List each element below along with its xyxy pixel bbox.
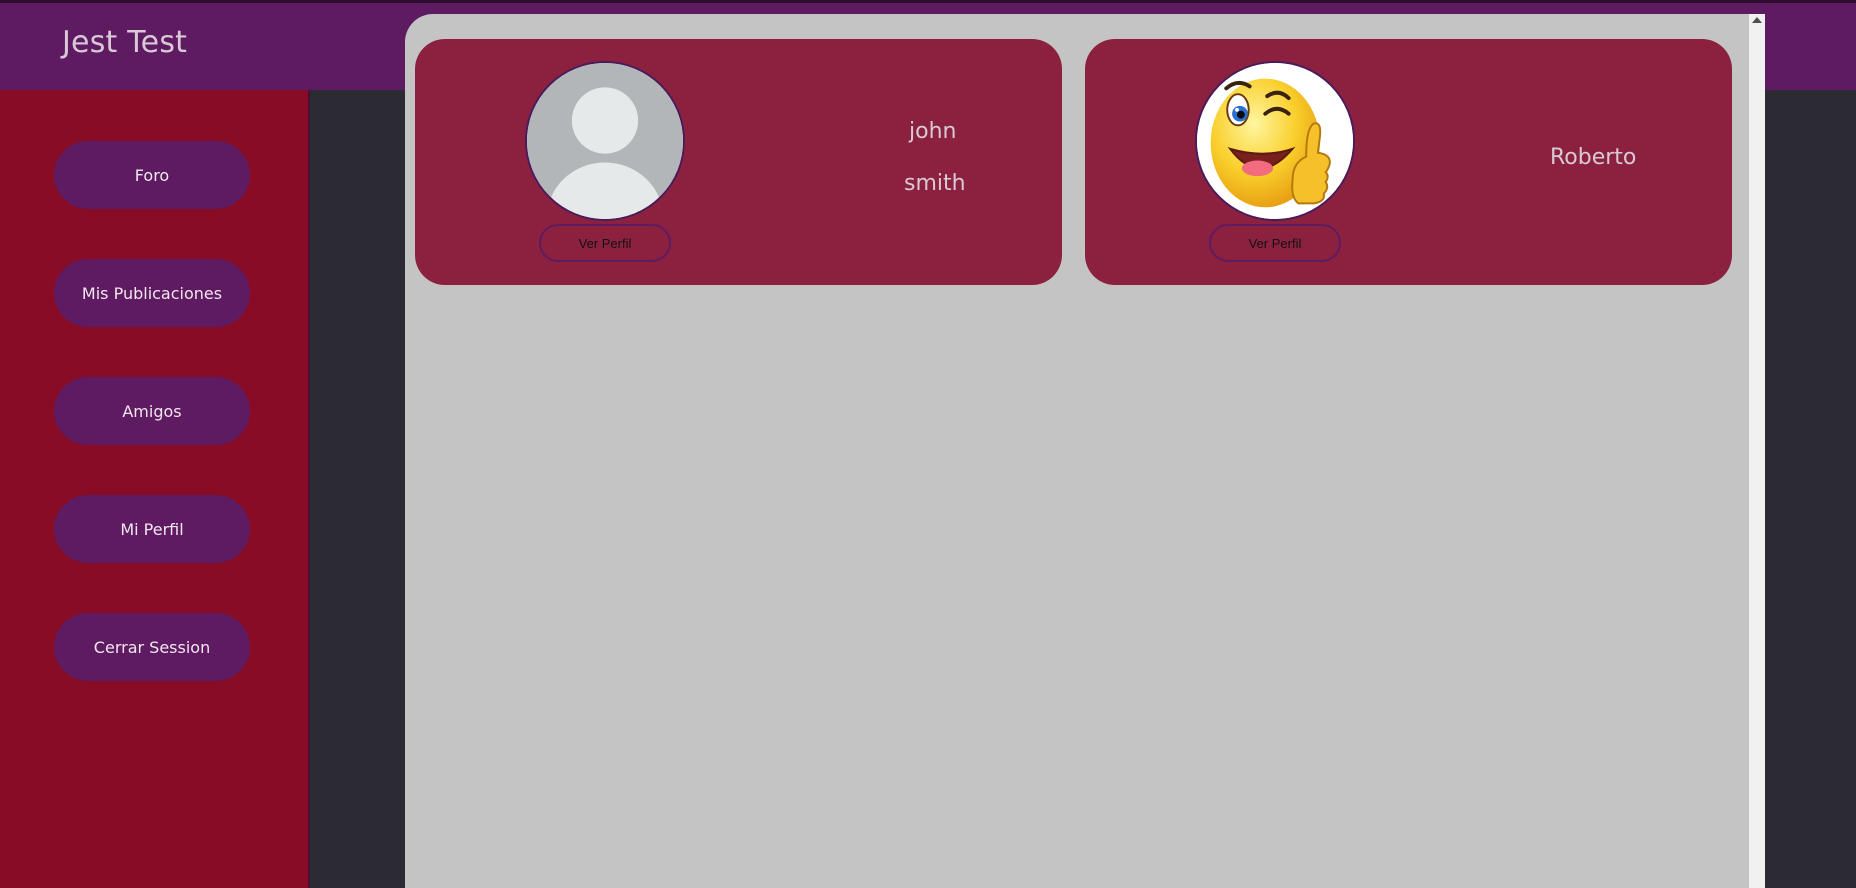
ver-perfil-button[interactable]: Ver Perfil [1209,224,1341,262]
friend-first-name: john [909,119,957,144]
ver-perfil-button[interactable]: Ver Perfil [539,224,671,262]
friend-last-name: smith [904,171,966,196]
app-title: Jest Test [62,25,188,60]
friend-name: Roberto [1550,145,1637,170]
friend-card: Ver Perfil Roberto [1085,39,1732,285]
sidebar: Foro Mis Publicaciones Amigos Mi Perfil … [0,90,310,888]
nav-amigos-button[interactable]: Amigos [54,377,250,445]
nav-cerrar-session-button[interactable]: Cerrar Session [54,613,250,681]
nav-mis-publicaciones-button[interactable]: Mis Publicaciones [54,259,250,327]
nav-mi-perfil-button[interactable]: Mi Perfil [54,495,250,563]
default-user-icon [525,61,685,221]
friends-panel: Ver Perfil john smith Ver Perfil Roberto [405,14,1765,888]
vertical-scrollbar[interactable] [1749,14,1765,888]
nav-foro-button[interactable]: Foro [54,141,250,209]
winking-emoji-thumbs-up-icon [1195,61,1355,221]
scroll-up-arrow-icon[interactable] [1752,17,1762,23]
friend-card: Ver Perfil john smith [415,39,1062,285]
